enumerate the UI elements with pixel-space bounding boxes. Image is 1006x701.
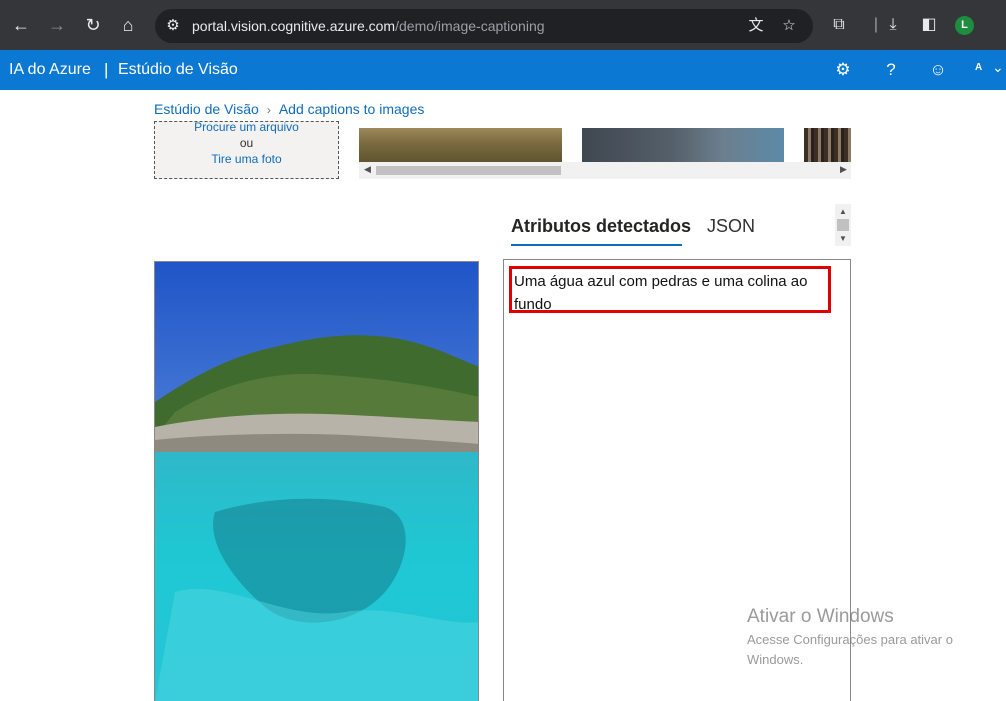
back-icon[interactable]: ← bbox=[8, 12, 34, 38]
download-icon[interactable]: ⤓ bbox=[882, 14, 904, 36]
profile-avatar[interactable]: L bbox=[955, 16, 974, 35]
star-icon[interactable]: ☆ bbox=[780, 17, 798, 35]
tab-json[interactable]: JSON bbox=[707, 216, 755, 237]
url-text[interactable]: portal.vision.cognitive.azure.com/demo/i… bbox=[192, 18, 545, 34]
take-photo-link[interactable]: Tire uma foto bbox=[155, 152, 338, 166]
breadcrumb-current[interactable]: Add captions to images bbox=[279, 101, 425, 117]
chevron-down-icon[interactable]: ⌄ bbox=[992, 59, 1004, 76]
feedback-smiley-icon[interactable]: ☺ bbox=[927, 59, 949, 81]
url-path: /demo/image-captioning bbox=[395, 18, 545, 34]
translate-icon[interactable]: 文 bbox=[747, 17, 765, 35]
app-header: IA do Azure | Estúdio de Visão ⚙ ? ☺ A ⌄ bbox=[0, 50, 1006, 90]
tabs-scrollbar[interactable]: ▲ ▼ bbox=[835, 204, 851, 246]
header-separator: | bbox=[104, 60, 109, 79]
browser-toolbar: ← → ↻ ⌂ ⚙ portal.vision.cognitive.azure.… bbox=[0, 0, 1006, 50]
generated-caption: Uma água azul com pedras e uma colina ao… bbox=[514, 273, 808, 313]
upload-dropzone[interactable]: Procure um arquivo ou Tire uma foto bbox=[154, 121, 339, 179]
account-initial[interactable]: A bbox=[975, 62, 982, 73]
scrollbar-thumb[interactable] bbox=[837, 219, 849, 231]
scroll-right-icon[interactable]: ▶ bbox=[840, 164, 847, 175]
scroll-down-icon[interactable]: ▼ bbox=[839, 234, 847, 243]
address-bar[interactable]: ⚙ portal.vision.cognitive.azure.com/demo… bbox=[155, 9, 813, 43]
scrollbar-thumb[interactable] bbox=[376, 166, 561, 175]
home-icon[interactable]: ⌂ bbox=[115, 12, 141, 38]
windows-activation-title: Ativar o Windows bbox=[747, 606, 894, 627]
brand-title[interactable]: IA do Azure bbox=[9, 61, 91, 79]
sample-image-thumbnail[interactable] bbox=[804, 128, 851, 162]
upload-or-label: ou bbox=[239, 136, 254, 150]
active-tab-indicator bbox=[511, 244, 682, 246]
breadcrumb-home[interactable]: Estúdio de Visão bbox=[154, 101, 259, 117]
forward-icon[interactable]: → bbox=[44, 12, 70, 38]
chevron-right-icon: › bbox=[266, 103, 271, 117]
breadcrumb: Estúdio de Visão › Add captions to images bbox=[154, 101, 424, 117]
sample-image-thumbnail[interactable] bbox=[582, 128, 784, 162]
browse-file-link[interactable]: Procure um arquivo bbox=[155, 122, 338, 134]
scroll-left-icon[interactable]: ◀ bbox=[364, 164, 371, 175]
reload-icon[interactable]: ↻ bbox=[80, 12, 106, 38]
url-host: portal.vision.cognitive.azure.com bbox=[192, 18, 396, 34]
settings-icon[interactable]: ⚙ bbox=[832, 59, 854, 81]
thumbnail-scrollbar[interactable]: ◀ ▶ bbox=[359, 162, 851, 179]
sample-image-thumbnail[interactable] bbox=[359, 128, 562, 162]
site-info-icon[interactable]: ⚙ bbox=[164, 17, 182, 35]
analyzed-image bbox=[154, 261, 479, 701]
extensions-icon[interactable]: ⧉ bbox=[828, 14, 850, 36]
windows-activation-subtitle: Acesse Configurações para ativar o Windo… bbox=[747, 632, 953, 667]
studio-title[interactable]: Estúdio de Visão bbox=[118, 61, 238, 79]
help-icon[interactable]: ? bbox=[880, 59, 902, 81]
tab-detected-attributes[interactable]: Atributos detectados bbox=[511, 216, 691, 237]
side-panel-icon[interactable]: ◧ bbox=[918, 14, 940, 36]
scroll-up-icon[interactable]: ▲ bbox=[839, 207, 847, 216]
analyzed-image-picture bbox=[155, 262, 478, 701]
